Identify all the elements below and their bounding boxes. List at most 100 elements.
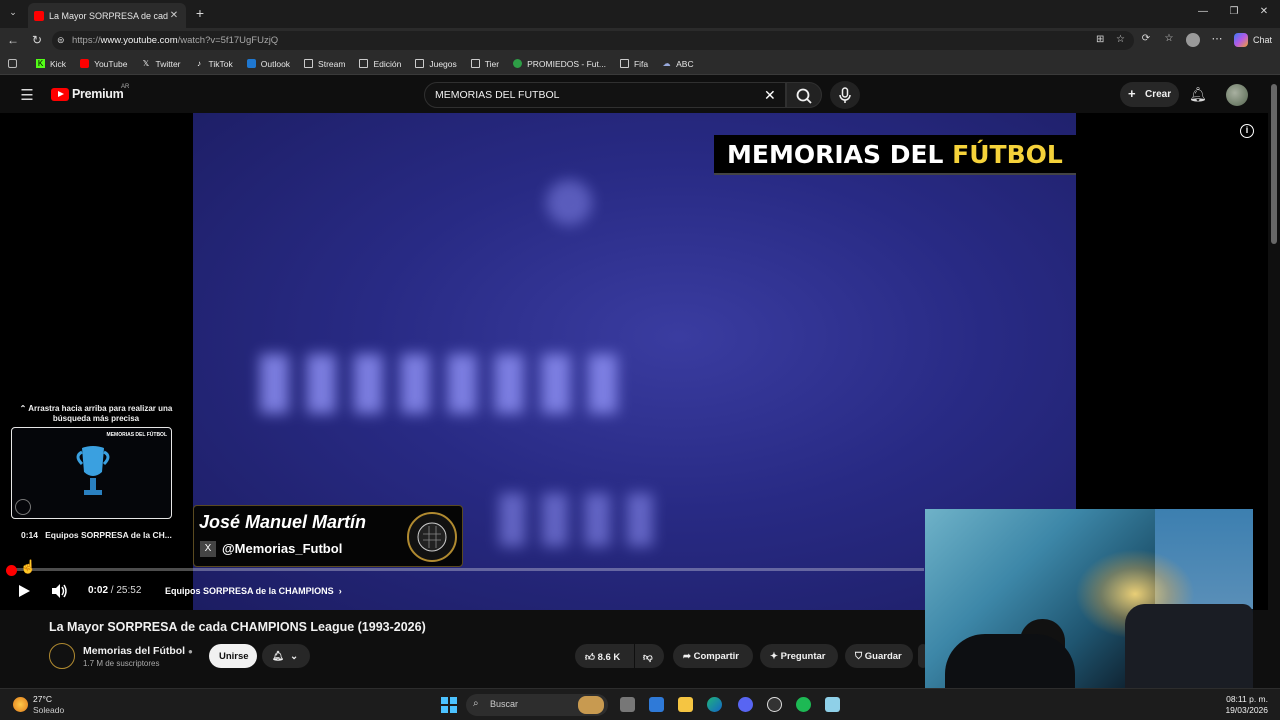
channel-avatar[interactable] — [49, 643, 75, 669]
url-field[interactable]: ⊜ https://www.youtube.com/watch?v=5f17Ug… — [52, 31, 1134, 50]
close-window-icon[interactable]: ✕ — [1258, 6, 1270, 17]
video-title: La Mayor SORPRESA de cada CHAMPIONS Leag… — [49, 620, 426, 634]
volume-icon[interactable] — [50, 583, 68, 599]
voice-search-button[interactable] — [830, 81, 860, 109]
bookmark-outlook[interactable]: Outlook — [246, 59, 290, 69]
webcam-overlay — [925, 509, 1253, 694]
webcam-person — [945, 634, 1075, 694]
reader-icon[interactable]: ⊞ — [1096, 34, 1104, 45]
extensions-icon[interactable]: ⟳ — [1139, 33, 1153, 44]
browser-tab-active[interactable]: La Mayor SORPRESA de cada CHA ✕ — [28, 3, 186, 28]
page-scrollbar[interactable] — [1268, 76, 1280, 688]
clear-search-icon[interactable]: ✕ — [764, 87, 776, 104]
task-view-icon[interactable] — [620, 697, 635, 712]
scrollbar-thumb[interactable] — [1271, 84, 1277, 244]
chapter-button[interactable]: Equipos SORPRESA de la CHAMPIONS › — [156, 579, 350, 603]
presenter-name: José Manuel Martín — [199, 512, 367, 532]
chat-label[interactable]: Chat — [1253, 35, 1272, 45]
youtube-premium-logo[interactable]: Premium — [72, 87, 124, 101]
info-icon[interactable]: i — [1240, 124, 1254, 138]
tab-list-icon[interactable]: ⌄ — [6, 7, 20, 21]
file-explorer-icon[interactable] — [678, 697, 693, 712]
reload-icon[interactable]: ↻ — [30, 33, 44, 47]
folder-icon — [304, 59, 314, 68]
bookmark-tiktok[interactable]: ♪ TikTok — [195, 59, 233, 69]
hamburger-menu-icon[interactable]: ☰ — [19, 86, 35, 104]
play-icon[interactable] — [16, 584, 32, 598]
bookmark-twitter[interactable]: 𝕏 Twitter — [141, 59, 181, 69]
bookmark-youtube[interactable]: YouTube — [80, 59, 127, 69]
like-button[interactable]: 👍︎ 8.6 K — [575, 644, 634, 668]
notepad-icon[interactable] — [825, 697, 840, 712]
tab-title: La Mayor SORPRESA de cada CHA — [49, 10, 168, 21]
chevron-right-icon: › — [333, 586, 342, 596]
bookmark-juegos[interactable]: Juegos — [415, 59, 457, 69]
store-icon[interactable] — [649, 697, 664, 712]
bookmark-edicion[interactable]: Edición — [359, 59, 401, 69]
restore-icon[interactable]: ❐ — [1228, 6, 1240, 17]
channel-name[interactable]: Memorias del Fútbol ● — [83, 645, 193, 657]
search-input[interactable]: MEMORIAS DEL FUTBOL ✕ — [424, 82, 786, 108]
more-menu-icon[interactable]: ⋯ — [1210, 32, 1224, 45]
chevron-up-icon: ⌃ — [19, 404, 29, 413]
channel-seal-logo — [407, 512, 457, 562]
site-info-icon[interactable]: ⊜ — [57, 35, 65, 46]
share-button[interactable]: ➦ Compartir — [673, 644, 753, 668]
youtube-logo-icon[interactable] — [51, 88, 69, 101]
join-button[interactable]: Unirse — [209, 644, 257, 668]
save-button[interactable]: ⛉ Guardar — [845, 644, 913, 668]
bookmark-tier[interactable]: Tier — [470, 59, 499, 69]
profile-icon[interactable] — [1186, 33, 1200, 47]
ask-button[interactable]: ✦ Preguntar — [760, 644, 838, 668]
bookmark-stream[interactable]: Stream — [304, 59, 345, 69]
discord-icon[interactable] — [738, 697, 753, 712]
region-code: AR — [121, 84, 130, 90]
taskbar-search[interactable]: ⌕ Buscar — [466, 694, 608, 716]
clock-time[interactable]: 08:11 p. m. — [1224, 694, 1268, 704]
bookmark-promiedos[interactable]: PROMIEDOS - Fut... — [513, 59, 606, 69]
copilot-icon[interactable] — [1234, 33, 1248, 47]
thumbs-up-icon: 👍︎ — [585, 652, 595, 663]
spotify-icon[interactable] — [796, 697, 811, 712]
clock-date[interactable]: 19/03/2026 — [1224, 705, 1268, 715]
bookmark-abc[interactable]: ☁ ABC — [662, 59, 694, 69]
weather-sun-icon[interactable] — [13, 697, 28, 712]
time-display: 0:02 / 25:52 — [88, 585, 142, 596]
folder-icon — [359, 59, 369, 68]
new-tab-icon[interactable]: + — [193, 5, 207, 21]
subscription-bell-button[interactable]: 🔔︎ ⌄ — [262, 644, 310, 668]
tab-close-icon[interactable]: ✕ — [168, 10, 180, 21]
weather-temp[interactable]: 27°C — [33, 694, 52, 704]
hand-cursor-icon: ☝ — [20, 559, 37, 574]
create-button[interactable]: + Crear — [1120, 82, 1179, 107]
back-icon[interactable]: ← — [6, 33, 20, 47]
search-highlight-icon — [578, 696, 604, 714]
favorites-icon[interactable]: ☆ — [1162, 33, 1176, 44]
favorite-star-icon[interactable]: ☆ — [1116, 34, 1125, 45]
scrubber-handle[interactable] — [6, 565, 17, 576]
microphone-icon — [839, 87, 851, 103]
progress-bar[interactable] — [10, 568, 924, 571]
address-bar-row: ← ↻ ⊜ https://www.youtube.com/watch?v=5f… — [0, 28, 1280, 53]
obs-icon[interactable] — [767, 697, 782, 712]
bookmark-fifa[interactable]: Fifa — [619, 59, 648, 69]
folder-icon — [415, 59, 425, 68]
bookmark-kick[interactable]: K Kick — [36, 59, 66, 69]
promiedos-icon — [513, 59, 523, 68]
bookmark-sidebar[interactable] — [8, 59, 22, 68]
weather-desc[interactable]: Soleado — [33, 705, 64, 715]
windows-start-icon[interactable] — [441, 697, 457, 713]
youtube-header: ☰ Premium AR MEMORIAS DEL FUTBOL ✕ + Crea… — [0, 76, 1268, 113]
search-button[interactable] — [786, 82, 822, 108]
seek-preview-thumbnail: MEMORIAS DEL FÚTBOL — [11, 427, 172, 519]
search-value: MEMORIAS DEL FUTBOL — [435, 89, 560, 101]
dislike-button[interactable]: 👎︎ — [635, 644, 664, 668]
folder-icon — [619, 59, 629, 68]
minimize-icon[interactable]: — — [1197, 6, 1209, 17]
lower-third-overlay: José Manuel Martín X @Memorias_Futbol — [193, 505, 463, 567]
channel-seal-logo — [15, 499, 31, 515]
edge-icon[interactable] — [707, 697, 722, 712]
account-avatar[interactable] — [1226, 84, 1248, 106]
windows-taskbar: 27°C Soleado ⌕ Buscar 08:11 p. m. 19/03/… — [0, 688, 1280, 720]
notifications-bell-icon[interactable]: 🔔︎ — [1189, 86, 1207, 103]
